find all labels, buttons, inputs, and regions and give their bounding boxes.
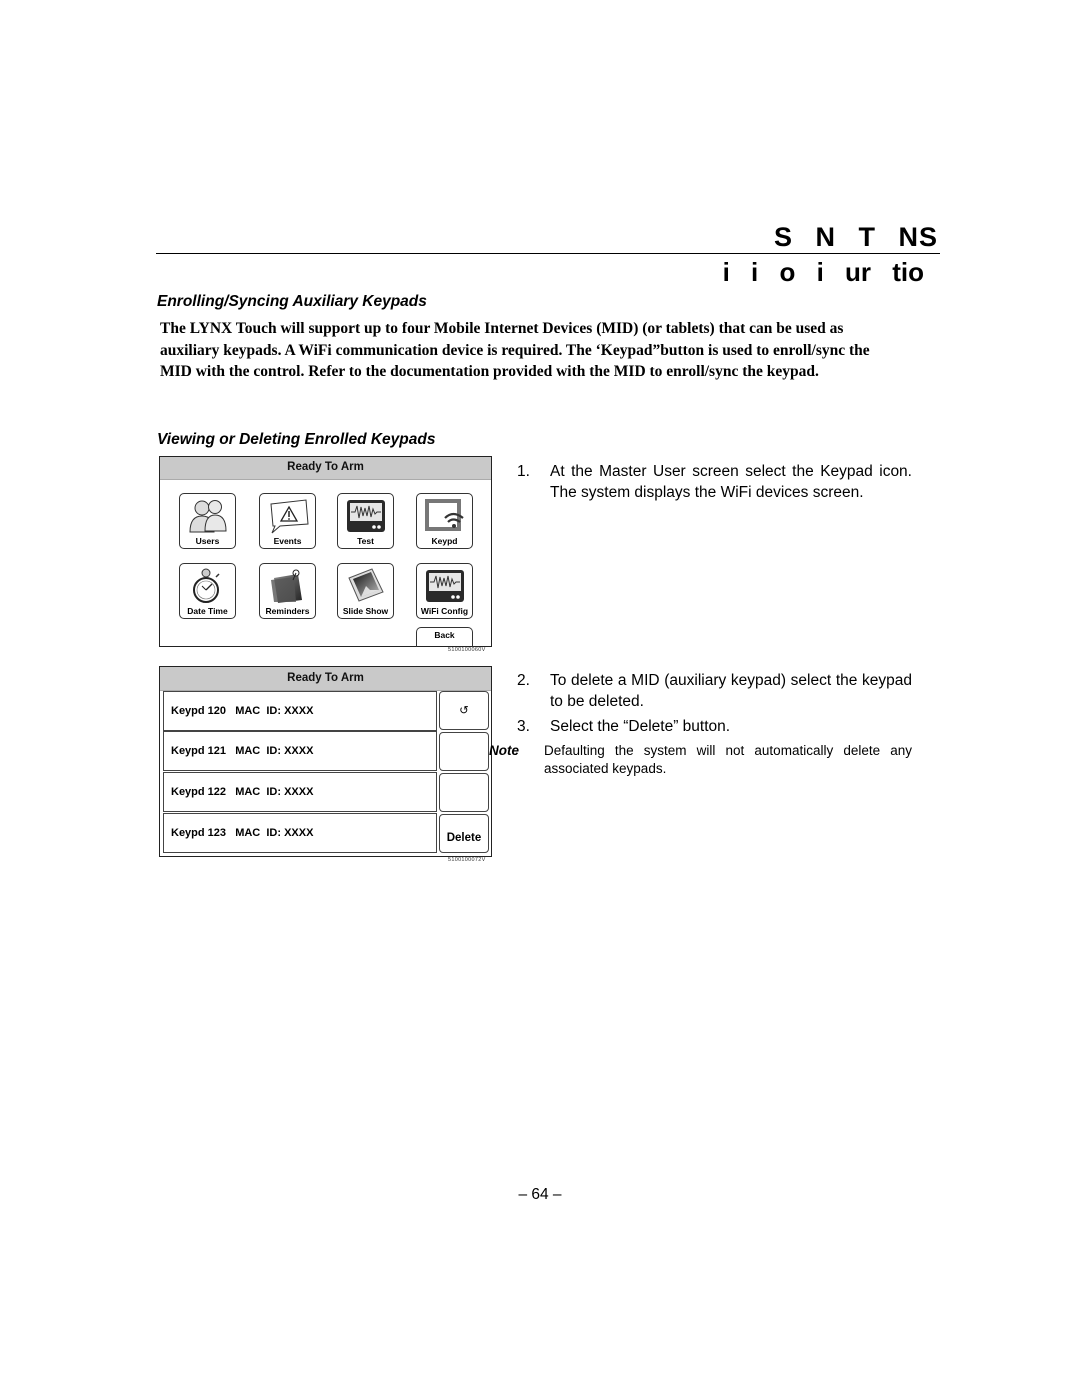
tile-date-time[interactable]: Date Time [179, 563, 236, 619]
wifi-config-waveform-icon [426, 570, 464, 602]
section-body-enrolling: The LYNX Touch will support up to four M… [160, 320, 870, 380]
step-number: 2. [517, 672, 530, 689]
step-item: 3. Select the “Delete” button. [517, 717, 912, 739]
tile-users[interactable]: Users [179, 493, 236, 549]
status-bar: Ready To Arm [160, 457, 491, 480]
reminders-note-icon [271, 569, 302, 603]
step-text: At the Master User screen select the Key… [550, 463, 912, 501]
tile-slide-show[interactable]: Slide Show [337, 563, 394, 619]
tile-label: Test [357, 536, 374, 546]
note-text: Defaulting the system will not automatic… [544, 743, 912, 776]
keypad-row[interactable]: Keypd 122 MAC ID: XXXX [163, 772, 437, 812]
test-waveform-icon [347, 500, 385, 532]
events-warning-icon [270, 499, 309, 534]
slide-show-photo-icon [348, 568, 384, 602]
note-label: Note [489, 743, 519, 758]
tile-label: Slide Show [342, 606, 389, 616]
users-icon [189, 500, 227, 533]
tile-label: Date Time [187, 606, 228, 616]
page-number: – 64 – [518, 1186, 562, 1203]
keypad-wifi-icon [425, 499, 464, 531]
step-text: To delete a MID (auxiliary keypad) selec… [550, 672, 912, 710]
master-user-screen: Ready To Arm Users Events Test Keypd Dat… [159, 456, 492, 647]
delete-button[interactable]: Delete [439, 814, 489, 853]
tile-wifi-config[interactable]: WiFi Config [416, 563, 473, 619]
figure-id: 5100100060V [448, 647, 486, 653]
step-item: 2. To delete a MID (auxiliary keypad) se… [517, 671, 912, 713]
section-heading-viewing: Viewing or Deleting Enrolled Keypads [157, 431, 436, 448]
tile-label: Keypd [431, 536, 458, 546]
step-number: 1. [517, 463, 530, 480]
step-item: 1. At the Master User screen select the … [517, 462, 912, 524]
tile-label: Users [195, 536, 220, 546]
chapter-title: S N T NS [773, 222, 938, 252]
step-text: Select the “Delete” button. [550, 718, 731, 735]
back-button[interactable]: Back [416, 627, 473, 647]
keypad-row[interactable]: Keypd 120 MAC ID: XXXX [163, 691, 437, 731]
tile-label: Reminders [265, 606, 310, 616]
figure-id: 5100100072V [448, 857, 486, 863]
blank-button[interactable] [439, 732, 489, 771]
tile-keypad[interactable]: Keypd [416, 493, 473, 549]
tile-label: WiFi Config [420, 606, 469, 616]
status-bar: Ready To Arm [160, 667, 491, 691]
section-heading-enrolling: Enrolling/Syncing Auxiliary Keypads [157, 293, 427, 310]
header-rule [156, 253, 940, 254]
stopwatch-icon [193, 568, 220, 603]
tile-label: Events [273, 536, 302, 546]
tile-reminders[interactable]: Reminders [259, 563, 316, 619]
chapter-subtitle: i i o i ur tio [722, 257, 924, 287]
tile-test[interactable]: Test [337, 493, 394, 549]
step-number: 3. [517, 718, 530, 735]
back-arrow-button[interactable]: ↺ [439, 691, 489, 730]
keypad-row[interactable]: Keypd 123 MAC ID: XXXX [163, 813, 437, 853]
blank-button[interactable] [439, 773, 489, 812]
keypad-row[interactable]: Keypd 121 MAC ID: XXXX [163, 731, 437, 771]
wifi-devices-screen: Ready To Arm Keypd 120 MAC ID: XXXX Keyp… [159, 666, 492, 857]
tile-events[interactable]: Events [259, 493, 316, 549]
back-arrow-icon: ↺ [459, 705, 469, 717]
